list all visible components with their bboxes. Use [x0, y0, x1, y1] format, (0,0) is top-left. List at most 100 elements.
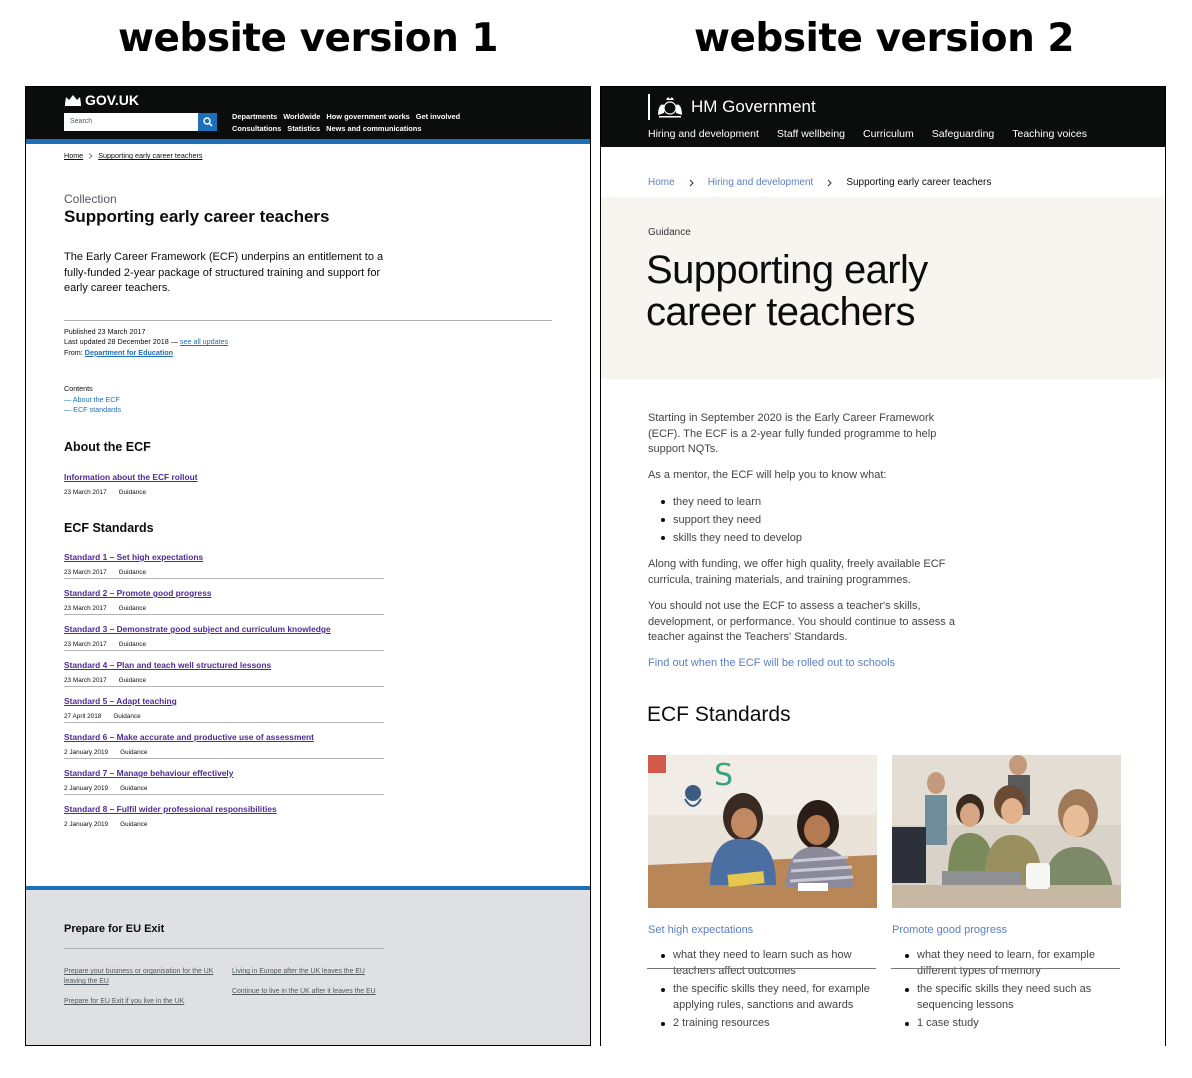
- list-item: 2 training resources: [661, 1016, 883, 1032]
- divider: [64, 794, 384, 795]
- standard-date: 2 January 2019: [64, 821, 109, 828]
- list-item: they need to learn: [660, 493, 802, 511]
- standard-date: 2 January 2019: [64, 785, 109, 792]
- govuk-logo-text: GOV.UK: [85, 92, 139, 108]
- nav-safeguarding[interactable]: Safeguarding: [932, 128, 994, 140]
- footer-link-continue-live[interactable]: Continue to live in the UK after it leav…: [232, 987, 384, 997]
- list-item: 1 case study: [905, 1016, 1127, 1032]
- standard-date: 27 April 2018: [64, 713, 102, 720]
- contents-heading: Contents: [64, 384, 93, 393]
- standard-item: Standard 3 – Demonstrate good subject an…: [64, 619, 384, 648]
- nav-consultations[interactable]: Consultations: [232, 123, 281, 135]
- card-image-teachers[interactable]: [892, 755, 1121, 908]
- card-title-high-expectations[interactable]: Set high expectations: [648, 924, 753, 936]
- standard-type: Guidance: [118, 677, 146, 684]
- standard-link[interactable]: Standard 7 – Manage behaviour effectivel…: [64, 768, 233, 778]
- document-type: Guidance: [118, 489, 146, 496]
- divider: [64, 650, 384, 651]
- nav-news[interactable]: News and communications: [326, 123, 421, 135]
- page-title: Supporting early career teachers: [646, 248, 928, 334]
- intro-paragraph: Starting in September 2020 is the Early …: [648, 412, 937, 455]
- footer-link-business[interactable]: Prepare your business or organisation fo…: [64, 967, 216, 987]
- standard-date: 23 March 2017: [64, 569, 107, 576]
- header-blue-bar: [26, 139, 590, 144]
- breadcrumb-hiring[interactable]: Hiring and development: [708, 177, 814, 188]
- breadcrumb-home[interactable]: Home: [64, 151, 83, 160]
- breadcrumb-home[interactable]: Home: [648, 177, 675, 188]
- nav-teaching-voices[interactable]: Teaching voices: [1012, 128, 1087, 140]
- document-item: Information about the ECF rollout 23 Mar…: [64, 467, 384, 496]
- see-all-updates-link[interactable]: see all updates: [180, 337, 228, 346]
- svg-text:S: S: [714, 758, 733, 793]
- nav-get-involved[interactable]: Get involved: [416, 111, 460, 123]
- top-navigation: Departments Worldwide How government wor…: [232, 111, 460, 135]
- nav-wellbeing[interactable]: Staff wellbeing: [777, 128, 845, 140]
- standard-link[interactable]: Standard 2 – Promote good progress: [64, 588, 212, 598]
- standard-date: 2 January 2019: [64, 749, 109, 756]
- nav-hiring[interactable]: Hiring and development: [648, 128, 759, 140]
- standards-heading: ECF Standards: [64, 521, 154, 535]
- caption-version-2: website version 2: [693, 16, 1075, 61]
- divider: [64, 758, 384, 759]
- standard-item: Standard 4 – Plan and teach well structu…: [64, 655, 384, 684]
- standard-link[interactable]: Standard 4 – Plan and teach well structu…: [64, 660, 271, 670]
- list-item: the specific skills they need, for examp…: [661, 982, 883, 1013]
- nav-worldwide[interactable]: Worldwide: [283, 111, 320, 123]
- divider: [64, 578, 384, 579]
- standard-type: Guidance: [118, 605, 146, 612]
- nav-curriculum[interactable]: Curriculum: [863, 128, 914, 140]
- list-item: what they need to learn, for example dif…: [905, 948, 1127, 979]
- search-input[interactable]: Search: [64, 113, 198, 131]
- list-item: support they need: [660, 511, 802, 529]
- metadata: Published 23 March 2017 Last updated 28 …: [64, 327, 228, 358]
- website-version-2: HM Government Hiring and development Sta…: [600, 86, 1166, 1046]
- from-line: From: Department for Education: [64, 347, 174, 357]
- rollout-link[interactable]: Find out when the ECF will be rolled out…: [648, 657, 895, 669]
- standard-item: Standard 6 – Make accurate and productiv…: [64, 727, 384, 756]
- caption-version-1: website version 1: [117, 16, 499, 61]
- divider: [64, 722, 384, 723]
- govuk-logo[interactable]: GOV.UK: [64, 92, 139, 108]
- search-button[interactable]: [198, 113, 217, 131]
- standard-date: 23 March 2017: [64, 641, 107, 648]
- standard-link[interactable]: Standard 3 – Demonstrate good subject an…: [64, 624, 331, 634]
- contents-item-standards[interactable]: — ECF standards: [64, 405, 121, 414]
- department-link[interactable]: Department for Education: [85, 348, 173, 357]
- divider: [64, 686, 384, 687]
- breadcrumb-current[interactable]: Supporting early career teachers: [98, 151, 202, 160]
- standard-link[interactable]: Standard 5 – Adapt teaching: [64, 696, 177, 706]
- breadcrumb: Home Hiring and development Supporting e…: [648, 177, 991, 188]
- breadcrumb-current: Supporting early career teachers: [846, 177, 992, 188]
- document-date: 23 March 2017: [64, 489, 107, 496]
- nav-departments[interactable]: Departments: [232, 111, 277, 123]
- breadcrumb: Home Supporting early career teachers: [64, 151, 202, 160]
- nav-statistics[interactable]: Statistics: [287, 123, 320, 135]
- website-version-1: GOV.UK Search Departments Worldwide How …: [25, 86, 591, 1046]
- standard-type: Guidance: [118, 569, 146, 576]
- footer-divider: [64, 948, 384, 949]
- page-kicker: Guidance: [648, 227, 691, 238]
- card-title-good-progress[interactable]: Promote good progress: [892, 924, 1007, 936]
- standard-item: Standard 8 – Fulfil wider professional r…: [64, 799, 384, 828]
- hmg-logo-text: HM Government: [691, 97, 816, 116]
- card-list-good-progress: what they need to learn, for example dif…: [905, 948, 1127, 1035]
- updated-line: Last updated 28 December 2018 — see all …: [64, 337, 229, 347]
- footer-link-live-uk[interactable]: Prepare for EU Exit if you live in the U…: [64, 997, 216, 1007]
- hmg-logo[interactable]: HM Government: [648, 94, 816, 120]
- page-title: Supporting early career teachers: [64, 207, 330, 226]
- standard-type: Guidance: [120, 749, 148, 756]
- footer-link-living-europe[interactable]: Living in Europe after the UK leaves the…: [232, 967, 384, 977]
- chevron-right-icon: [689, 179, 694, 186]
- document-link[interactable]: Information about the ECF rollout: [64, 472, 198, 482]
- card-image-classroom[interactable]: S: [648, 755, 877, 908]
- top-navigation: Hiring and development Staff wellbeing C…: [648, 128, 1087, 140]
- standard-link[interactable]: Standard 8 – Fulfil wider professional r…: [64, 804, 277, 814]
- crown-icon: [65, 95, 81, 106]
- standard-link[interactable]: Standard 6 – Make accurate and productiv…: [64, 732, 314, 742]
- standard-item: Standard 7 – Manage behaviour effectivel…: [64, 763, 384, 792]
- list-item: what they need to learn such as how teac…: [661, 948, 883, 979]
- nav-how-government-works[interactable]: How government works: [326, 111, 409, 123]
- standard-link[interactable]: Standard 1 – Set high expectations: [64, 552, 203, 562]
- assess-paragraph: You should not use the ECF to assess a t…: [648, 600, 955, 643]
- contents-item-about[interactable]: — About the ECF: [64, 395, 120, 404]
